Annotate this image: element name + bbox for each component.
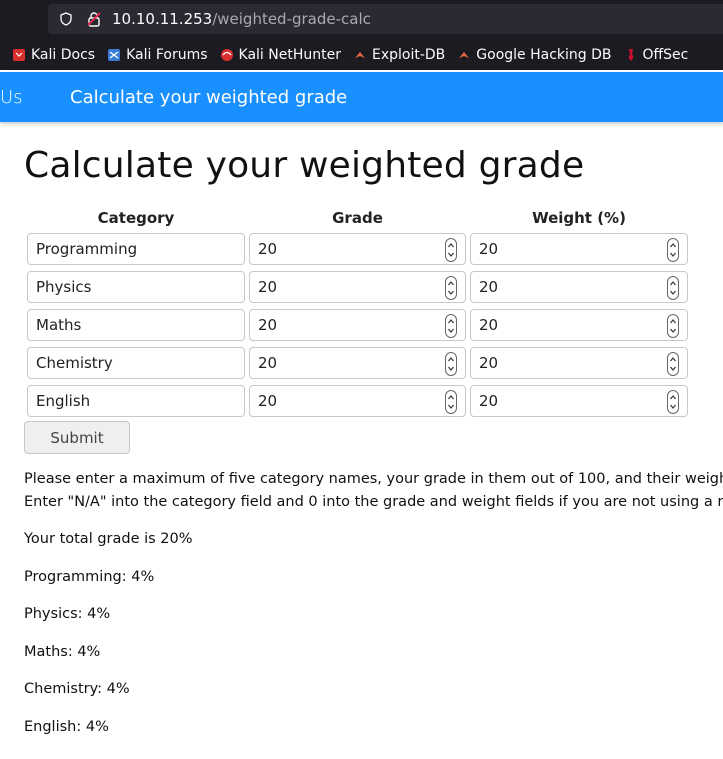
bookmark-label: Kali Docs — [31, 47, 96, 63]
url-text[interactable]: 10.10.11.253/weighted-grade-calc — [112, 10, 371, 28]
weight-input[interactable]: 20 — [470, 233, 688, 265]
grade-spinner-icon[interactable] — [445, 352, 457, 376]
grade-row: Maths 20 20 — [0, 309, 723, 343]
bookmark-label: Google Hacking DB — [476, 47, 612, 63]
weight-input[interactable]: 20 — [470, 385, 688, 417]
weight-value: 20 — [479, 240, 499, 258]
weight-spinner-icon[interactable] — [667, 314, 679, 338]
grade-spinner-icon[interactable] — [445, 390, 457, 414]
insecure-lock-icon[interactable] — [86, 11, 102, 27]
category-value: English — [36, 392, 91, 410]
shield-icon[interactable] — [60, 12, 72, 26]
result-english: English: 4% — [24, 719, 109, 735]
bookmark-offsec[interactable]: OffSec — [612, 47, 689, 63]
ghdb-icon — [457, 48, 471, 62]
result-programming: Programming: 4% — [24, 569, 155, 585]
weight-value: 20 — [479, 392, 499, 410]
grade-row: Programming 20 20 — [0, 233, 723, 267]
result-maths: Maths: 4% — [24, 644, 101, 660]
grade-spinner-icon[interactable] — [445, 276, 457, 300]
grade-spinner-icon[interactable] — [445, 238, 457, 262]
offsec-icon — [624, 48, 638, 62]
grade-value: 20 — [258, 278, 278, 296]
weight-value: 20 — [479, 316, 499, 334]
url-host: 10.10.11.253 — [112, 10, 213, 28]
site-navbar: Us Calculate your weighted grade — [0, 72, 723, 122]
kali-docs-icon — [12, 48, 26, 62]
exploit-db-icon — [353, 48, 367, 62]
category-value: Maths — [36, 316, 82, 334]
category-input[interactable]: Physics — [27, 271, 245, 303]
bookmarks-bar: Kali Docs Kali Forums Kali NetHunter Exp… — [0, 42, 723, 68]
grade-row: Physics 20 20 — [0, 271, 723, 305]
bookmark-kali-nethunter[interactable]: Kali NetHunter — [208, 47, 341, 63]
grade-value: 20 — [258, 354, 278, 372]
bookmark-label: Kali Forums — [126, 47, 208, 63]
page-title: Calculate your weighted grade — [24, 145, 585, 186]
result-chemistry: Chemistry: 4% — [24, 681, 130, 697]
nav-link-us[interactable]: Us — [0, 87, 23, 108]
total-grade-text: Your total grade is 20% — [24, 531, 193, 547]
grade-value: 20 — [258, 240, 278, 258]
bookmark-label: Kali NetHunter — [238, 47, 341, 63]
column-header-category: Category — [97, 209, 175, 227]
grade-input[interactable]: 20 — [249, 347, 466, 379]
column-header-grade: Grade — [332, 209, 383, 227]
grade-value: 20 — [258, 392, 278, 410]
category-input[interactable]: English — [27, 385, 245, 417]
grade-input[interactable]: 20 — [249, 233, 466, 265]
grade-row: Chemistry 20 20 — [0, 347, 723, 381]
grade-value: 20 — [258, 316, 278, 334]
url-bar[interactable]: 10.10.11.253/weighted-grade-calc — [48, 4, 723, 34]
grade-input[interactable]: 20 — [249, 385, 466, 417]
category-input[interactable]: Programming — [27, 233, 245, 265]
browser-chrome: 10.10.11.253/weighted-grade-calc Kali Do… — [0, 0, 723, 70]
weight-spinner-icon[interactable] — [667, 238, 679, 262]
category-value: Programming — [36, 240, 138, 258]
category-input[interactable]: Maths — [27, 309, 245, 341]
weight-spinner-icon[interactable] — [667, 352, 679, 376]
bookmark-kali-docs[interactable]: Kali Docs — [0, 47, 95, 63]
instructions-line-1: Please enter a maximum of five category … — [24, 471, 723, 487]
bookmark-exploit-db[interactable]: Exploit-DB — [341, 47, 445, 63]
bookmark-kali-forums[interactable]: Kali Forums — [95, 47, 208, 63]
instructions-line-2: Enter "N/A" into the category field and … — [24, 494, 723, 510]
nav-link-weighted-grade[interactable]: Calculate your weighted grade — [70, 87, 347, 108]
kali-forums-icon — [107, 48, 121, 62]
weight-value: 20 — [479, 354, 499, 372]
result-physics: Physics: 4% — [24, 606, 111, 622]
column-header-weight: Weight (%) — [532, 209, 626, 227]
weight-input[interactable]: 20 — [470, 309, 688, 341]
category-value: Physics — [36, 278, 92, 296]
weight-value: 20 — [479, 278, 499, 296]
bookmark-google-hacking-db[interactable]: Google Hacking DB — [445, 47, 612, 63]
submit-button[interactable]: Submit — [24, 421, 130, 454]
category-value: Chemistry — [36, 354, 113, 372]
grade-row: English 20 20 — [0, 385, 723, 419]
grade-input[interactable]: 20 — [249, 309, 466, 341]
weight-input[interactable]: 20 — [470, 271, 688, 303]
weight-input[interactable]: 20 — [470, 347, 688, 379]
kali-nethunter-icon — [220, 48, 234, 62]
weight-spinner-icon[interactable] — [667, 390, 679, 414]
url-path: /weighted-grade-calc — [212, 10, 371, 28]
weight-spinner-icon[interactable] — [667, 276, 679, 300]
grade-spinner-icon[interactable] — [445, 314, 457, 338]
bookmark-label: OffSec — [642, 47, 689, 63]
grade-input[interactable]: 20 — [249, 271, 466, 303]
category-input[interactable]: Chemistry — [27, 347, 245, 379]
bookmark-label: Exploit-DB — [371, 47, 446, 63]
